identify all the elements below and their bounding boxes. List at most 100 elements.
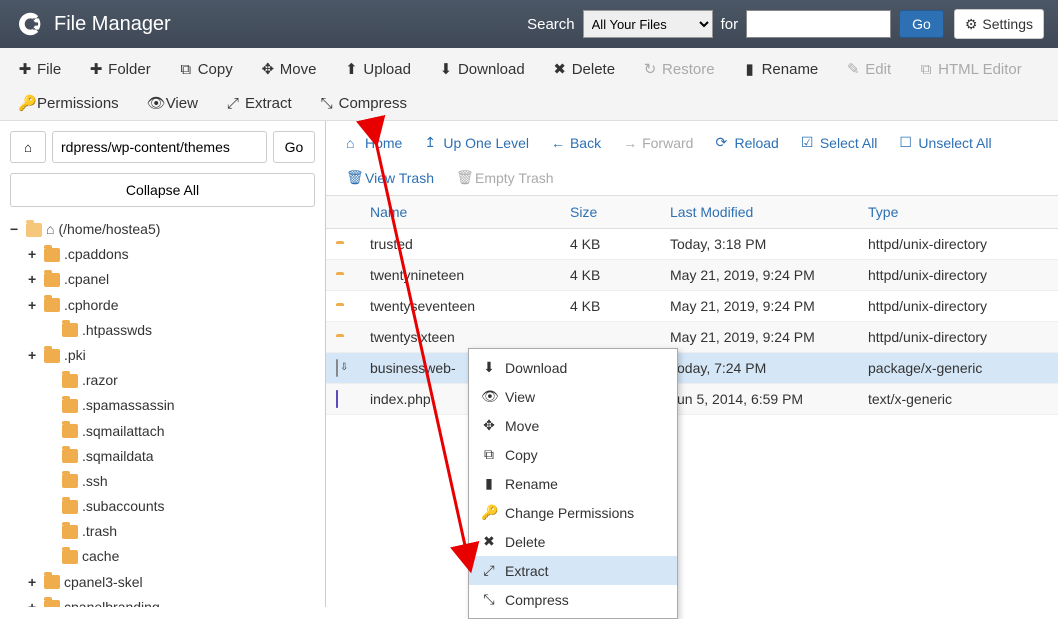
tree-item[interactable]: + .cphorde <box>10 293 315 318</box>
file-row[interactable]: trusted4 KBToday, 3:18 PMhttpd/unix-dire… <box>326 229 1058 260</box>
toggle-icon[interactable]: + <box>28 293 40 318</box>
ctx-download[interactable]: ⬇Download <box>469 353 677 382</box>
file-icon <box>336 390 338 408</box>
search-scope-select[interactable]: All Your Files <box>583 10 713 38</box>
html-editor-button[interactable]: ⧉HTML Editor <box>907 54 1034 84</box>
tree-label[interactable]: .pki <box>64 343 86 368</box>
upload-button[interactable]: ⬆Upload <box>332 54 423 84</box>
tree-item[interactable]: + .cpanel <box>10 267 315 292</box>
file-row[interactable]: twentysixteenMay 21, 2019, 9:24 PMhttpd/… <box>326 322 1058 353</box>
tree-label[interactable]: .spamassassin <box>82 393 175 418</box>
tree-label[interactable]: .htpasswds <box>82 318 152 343</box>
plus-icon: ✚ <box>89 60 103 78</box>
settings-button[interactable]: ⚙Settings <box>954 9 1044 39</box>
unselect-all-action[interactable]: ☐Unselect All <box>889 129 1001 156</box>
file-row[interactable]: index.phpJun 5, 2014, 6:59 PMtext/x-gene… <box>326 384 1058 415</box>
reload-action[interactable]: ⟳Reload <box>705 129 788 156</box>
tree-label[interactable]: .cpanel <box>64 267 109 292</box>
download-button[interactable]: ⬇Download <box>427 54 537 84</box>
tree-label[interactable]: .razor <box>82 368 118 393</box>
new-folder-button[interactable]: ✚Folder <box>77 54 163 84</box>
home-button[interactable]: ⌂ <box>10 131 46 163</box>
copy-button[interactable]: ⧉Copy <box>167 54 245 84</box>
tree-label[interactable]: .cpaddons <box>64 242 129 267</box>
ctx-rename[interactable]: ▮Rename <box>469 469 677 498</box>
tree-item[interactable]: .spamassassin <box>10 393 315 418</box>
tree-label[interactable]: cpanelbranding <box>64 595 160 607</box>
empty-trash-action[interactable]: 🗑Empty Trash <box>446 164 564 191</box>
delete-button[interactable]: ✖Delete <box>541 54 627 84</box>
tree-label[interactable]: .sqmailattach <box>82 419 164 444</box>
tree-label[interactable]: .ssh <box>82 469 108 494</box>
compress-button[interactable]: ⤡Compress <box>308 88 419 118</box>
tree-item[interactable]: .sqmailattach <box>10 419 315 444</box>
app-header: File Manager Search All Your Files for G… <box>0 0 1058 48</box>
tree-item[interactable]: .ssh <box>10 469 315 494</box>
toggle-icon[interactable]: + <box>28 595 40 607</box>
select-all-action[interactable]: ☑Select All <box>791 129 888 156</box>
file-modified: Jun 5, 2014, 6:59 PM <box>670 391 868 407</box>
rename-button[interactable]: ▮Rename <box>731 54 831 84</box>
tree-item[interactable]: cache <box>10 544 315 569</box>
compress-icon: ⤡ <box>481 591 497 608</box>
col-name[interactable]: Name <box>370 204 570 220</box>
edit-button[interactable]: ✎Edit <box>834 54 903 84</box>
tree-label[interactable]: cache <box>82 544 119 569</box>
toggle-icon[interactable]: + <box>28 267 40 292</box>
tree-item[interactable]: + cpanel3-skel <box>10 570 315 595</box>
move-button[interactable]: ✥Move <box>249 54 329 84</box>
restore-button[interactable]: ↻Restore <box>631 54 727 84</box>
up-action[interactable]: ↥Up One Level <box>414 129 539 156</box>
tree-label[interactable]: .subaccounts <box>82 494 165 519</box>
home-action[interactable]: ⌂Home <box>336 129 412 156</box>
file-row[interactable]: twentyseventeen4 KBMay 21, 2019, 9:24 PM… <box>326 291 1058 322</box>
toggle-icon[interactable]: + <box>28 570 40 595</box>
tree-item[interactable]: .sqmaildata <box>10 444 315 469</box>
back-action[interactable]: ←Back <box>541 129 611 156</box>
ctx-view[interactable]: 👁View <box>469 382 677 411</box>
tree-item[interactable]: .htpasswds <box>10 318 315 343</box>
tree-label[interactable]: cpanel3-skel <box>64 570 143 595</box>
ctx-move[interactable]: ✥Move <box>469 411 677 440</box>
tree-label[interactable]: .sqmaildata <box>82 444 154 469</box>
home-icon: ⌂ <box>346 135 360 151</box>
tree-item[interactable]: + .cpaddons <box>10 242 315 267</box>
col-modified[interactable]: Last Modified <box>670 204 868 220</box>
toggle-icon[interactable]: + <box>28 242 40 267</box>
toggle-icon[interactable]: + <box>28 343 40 368</box>
tree-item[interactable]: .subaccounts <box>10 494 315 519</box>
col-size[interactable]: Size <box>570 204 670 220</box>
view-button[interactable]: 👁View <box>135 88 210 118</box>
forward-action[interactable]: →Forward <box>613 129 703 156</box>
trash-icon: 🗑 <box>346 169 360 186</box>
collapse-all-button[interactable]: Collapse All <box>10 173 315 207</box>
folder-icon <box>62 550 78 564</box>
search-input[interactable] <box>746 10 891 38</box>
ctx-permissions[interactable]: 🔑Change Permissions <box>469 498 677 527</box>
tree-item[interactable]: .razor <box>10 368 315 393</box>
file-size: 4 KB <box>570 298 670 314</box>
x-icon: ✖ <box>481 533 497 550</box>
ctx-copy[interactable]: ⧉Copy <box>469 440 677 469</box>
path-input[interactable] <box>52 131 267 163</box>
ctx-extract[interactable]: ⤢Extract <box>469 556 677 585</box>
tree-item[interactable]: + .pki <box>10 343 315 368</box>
tree-item[interactable]: + cpanelbranding <box>10 595 315 607</box>
tree-label[interactable]: .cphorde <box>64 293 118 318</box>
search-go-button[interactable]: Go <box>899 10 944 38</box>
file-modified: Today, 3:18 PM <box>670 236 868 252</box>
permissions-button[interactable]: 🔑Permissions <box>6 88 131 118</box>
path-go-button[interactable]: Go <box>273 131 315 163</box>
extract-button[interactable]: ⤢Extract <box>214 88 304 118</box>
ctx-delete[interactable]: ✖Delete <box>469 527 677 556</box>
new-file-button[interactable]: ✚File <box>6 54 73 84</box>
tree-root[interactable]: −⌂(/home/hostea5) <box>10 217 315 242</box>
tree-label[interactable]: .trash <box>82 519 117 544</box>
file-row[interactable]: businessweb-Today, 7:24 PMpackage/x-gene… <box>326 353 1058 384</box>
tree-item[interactable]: .trash <box>10 519 315 544</box>
folder-icon <box>62 474 78 488</box>
file-row[interactable]: twentynineteen4 KBMay 21, 2019, 9:24 PMh… <box>326 260 1058 291</box>
col-type[interactable]: Type <box>868 204 1048 220</box>
view-trash-action[interactable]: 🗑View Trash <box>336 164 444 191</box>
toggle-icon[interactable]: − <box>10 217 22 242</box>
